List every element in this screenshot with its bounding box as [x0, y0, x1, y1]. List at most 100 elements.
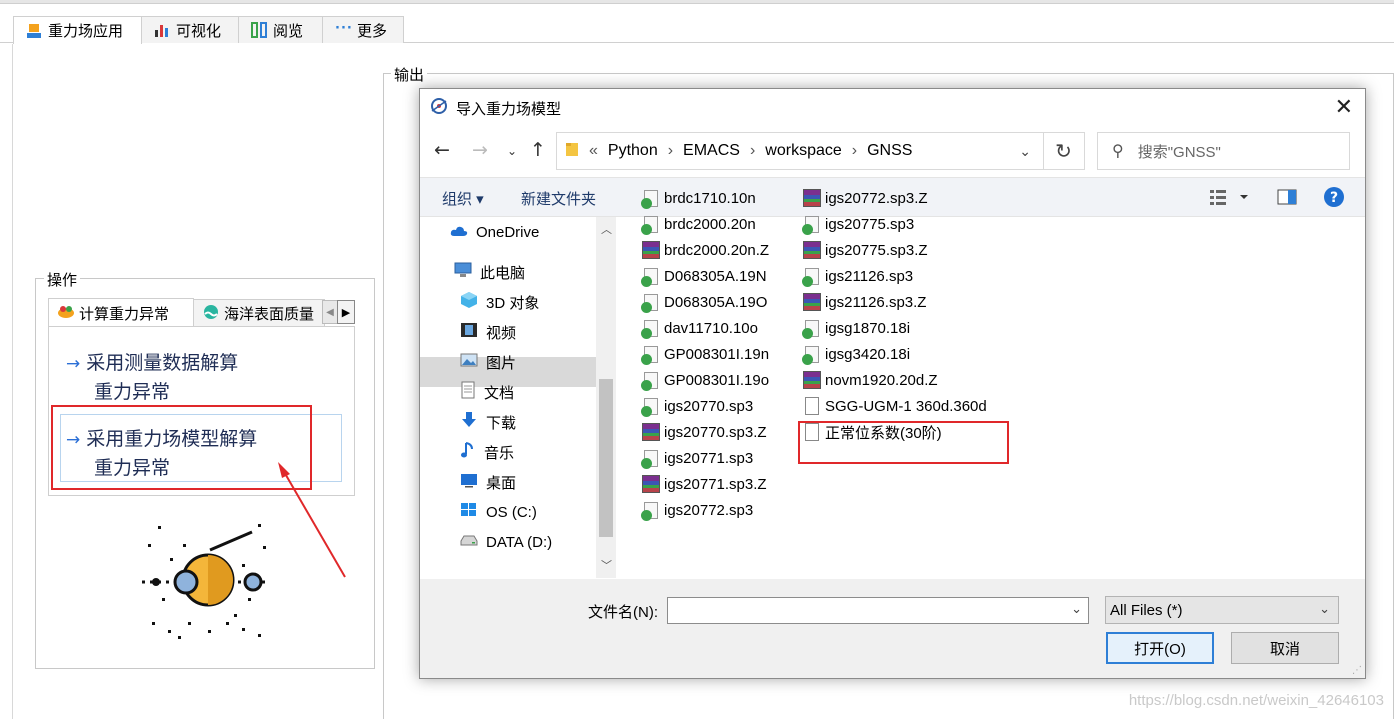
navigation-pane: OneDrive 此电脑 3D 对象 视频 图片 文档 下载 音乐 桌面 OS …: [420, 217, 616, 578]
breadcrumb-workspace[interactable]: workspace: [765, 142, 841, 160]
nav-item-3d-objects[interactable]: 3D 对象: [460, 289, 539, 315]
resize-grip-icon[interactable]: ⋰: [1352, 665, 1362, 676]
nav-item-onedrive[interactable]: OneDrive: [450, 219, 539, 245]
file-name: SGG-UGM-1 360d.360d: [825, 397, 987, 415]
file-item[interactable]: GP008301I.19o: [641, 368, 769, 392]
organize-menu[interactable]: 组织 ▾: [442, 188, 484, 209]
archive-file-icon: [803, 189, 821, 207]
file-item[interactable]: igs20772.sp3.Z: [803, 186, 928, 210]
recent-locations-chevron-icon[interactable]: ⌄: [507, 144, 517, 158]
watermark: https://blog.csdn.net/weixin_42646103: [1128, 692, 1384, 709]
video-icon: [460, 322, 478, 342]
cancel-button[interactable]: 取消: [1231, 632, 1339, 664]
nav-item-pictures[interactable]: 图片: [460, 349, 516, 375]
view-options-icon[interactable]: [1210, 188, 1250, 210]
file-name: igs20770.sp3: [664, 397, 754, 415]
sync-file-icon: [641, 449, 658, 469]
archive-file-icon: [642, 241, 660, 259]
nav-item-desktop[interactable]: 桌面: [460, 469, 516, 495]
search-icon: ⚲: [1112, 143, 1124, 160]
nav-item-this-pc[interactable]: 此电脑: [454, 259, 525, 285]
filename-label: 文件名(N):: [588, 604, 658, 621]
highlight-box-file: [798, 421, 1009, 464]
close-icon[interactable]: ✕: [1335, 95, 1353, 120]
open-button[interactable]: 打开(O): [1106, 632, 1214, 664]
file-item[interactable]: SGG-UGM-1 360d.360d: [803, 394, 987, 418]
dialog-footer: [420, 579, 1365, 678]
search-box[interactable]: ⚲ 搜索"GNSS": [1097, 132, 1350, 170]
sync-file-icon: [641, 267, 658, 287]
file-item[interactable]: dav11710.10o: [641, 316, 758, 340]
file-item[interactable]: brdc2000.20n.Z: [642, 238, 769, 262]
file-item[interactable]: igs20770.sp3.Z: [642, 420, 767, 444]
file-item[interactable]: brdc2000.20n: [641, 212, 756, 236]
scroll-up-icon[interactable]: ︿: [601, 221, 612, 237]
file-item[interactable]: novm1920.20d.Z: [803, 368, 938, 392]
sync-file-icon: [641, 345, 658, 365]
nav-item-music[interactable]: 音乐: [460, 439, 514, 465]
folder-icon: [565, 141, 579, 162]
file-name: dav11710.10o: [664, 319, 758, 337]
file-name: igs20772.sp3: [664, 501, 754, 519]
archive-file-icon: [642, 475, 660, 493]
file-name: igs20772.sp3.Z: [825, 189, 928, 207]
dialog-titlebar: 导入重力场模型: [420, 89, 1365, 127]
file-name: brdc1710.10n: [664, 189, 756, 207]
forward-arrow-icon[interactable]: →: [472, 139, 488, 161]
document-icon: [460, 381, 476, 403]
nav-item-data-d[interactable]: DATA (D:): [460, 529, 552, 555]
file-type-select[interactable]: All Files (*) ⌄: [1105, 596, 1339, 624]
file-item[interactable]: igsg3420.18i: [802, 342, 910, 366]
file-item[interactable]: GP008301I.19n: [641, 342, 769, 366]
import-gravity-model-dialog: 导入重力场模型 ✕ ← → ⌄ ↑ « Python › EMACS › wor…: [419, 88, 1366, 679]
refresh-icon[interactable]: ↻: [1043, 132, 1085, 170]
breadcrumb-separator-icon: ›: [667, 142, 674, 159]
file-name: igsg1870.18i: [825, 319, 911, 337]
file-item[interactable]: igs20772.sp3: [641, 498, 754, 522]
breadcrumb-emacs[interactable]: EMACS: [683, 142, 740, 160]
nav-item-documents[interactable]: 文档: [460, 379, 514, 405]
sync-file-icon: [641, 319, 658, 339]
sync-file-icon: [641, 189, 658, 209]
sync-file-icon: [641, 501, 658, 521]
breadcrumb-gnss[interactable]: GNSS: [867, 142, 912, 160]
file-item[interactable]: igs20775.sp3.Z: [803, 238, 928, 262]
file-item[interactable]: igs21126.sp3: [802, 264, 913, 288]
sync-file-icon: [802, 345, 819, 365]
up-folder-icon[interactable]: ↑: [530, 139, 546, 161]
preview-pane-icon[interactable]: [1277, 189, 1297, 209]
nav-item-os-c[interactable]: OS (C:): [460, 499, 537, 525]
filename-dropdown-chevron-icon[interactable]: ⌄: [1071, 601, 1082, 617]
file-name: igs21126.sp3.Z: [825, 293, 927, 311]
file-item[interactable]: igs20770.sp3: [641, 394, 754, 418]
help-icon[interactable]: ?: [1323, 186, 1345, 212]
dialog-title: 导入重力场模型: [456, 100, 562, 118]
file-item[interactable]: igs20775.sp3: [802, 212, 915, 236]
file-name: igs20775.sp3: [825, 215, 915, 233]
filename-input[interactable]: ⌄: [667, 597, 1089, 624]
file-name: brdc2000.20n.Z: [664, 241, 770, 259]
back-arrow-icon[interactable]: ←: [434, 139, 450, 161]
nav-scrollbar[interactable]: ︿ ﹀: [596, 217, 616, 578]
address-dropdown-chevron-icon[interactable]: ⌄: [1019, 143, 1031, 160]
file-item[interactable]: igsg1870.18i: [802, 316, 911, 340]
breadcrumb-overflow[interactable]: «: [589, 142, 598, 160]
sync-file-icon: [802, 319, 819, 339]
nav-item-videos[interactable]: 视频: [460, 319, 516, 345]
file-item[interactable]: igs20771.sp3.Z: [642, 472, 767, 496]
file-item[interactable]: igs21126.sp3.Z: [803, 290, 926, 314]
computer-icon: [454, 262, 472, 282]
nav-item-downloads[interactable]: 下载: [460, 409, 516, 435]
file-item[interactable]: D068305A.19O: [641, 290, 767, 314]
music-icon: [460, 441, 476, 463]
scroll-thumb[interactable]: [599, 379, 613, 537]
new-folder-button[interactable]: 新建文件夹: [521, 188, 596, 209]
archive-file-icon: [803, 293, 821, 311]
breadcrumb-separator-icon: ›: [851, 142, 858, 159]
scroll-down-icon[interactable]: ﹀: [601, 557, 612, 573]
address-bar[interactable]: « Python › EMACS › workspace › GNSS ⌄: [556, 132, 1044, 170]
file-item[interactable]: D068305A.19N: [641, 264, 767, 288]
file-item[interactable]: igs20771.sp3: [641, 446, 753, 470]
breadcrumb-python[interactable]: Python: [608, 142, 658, 160]
file-item[interactable]: brdc1710.10n: [641, 186, 756, 210]
